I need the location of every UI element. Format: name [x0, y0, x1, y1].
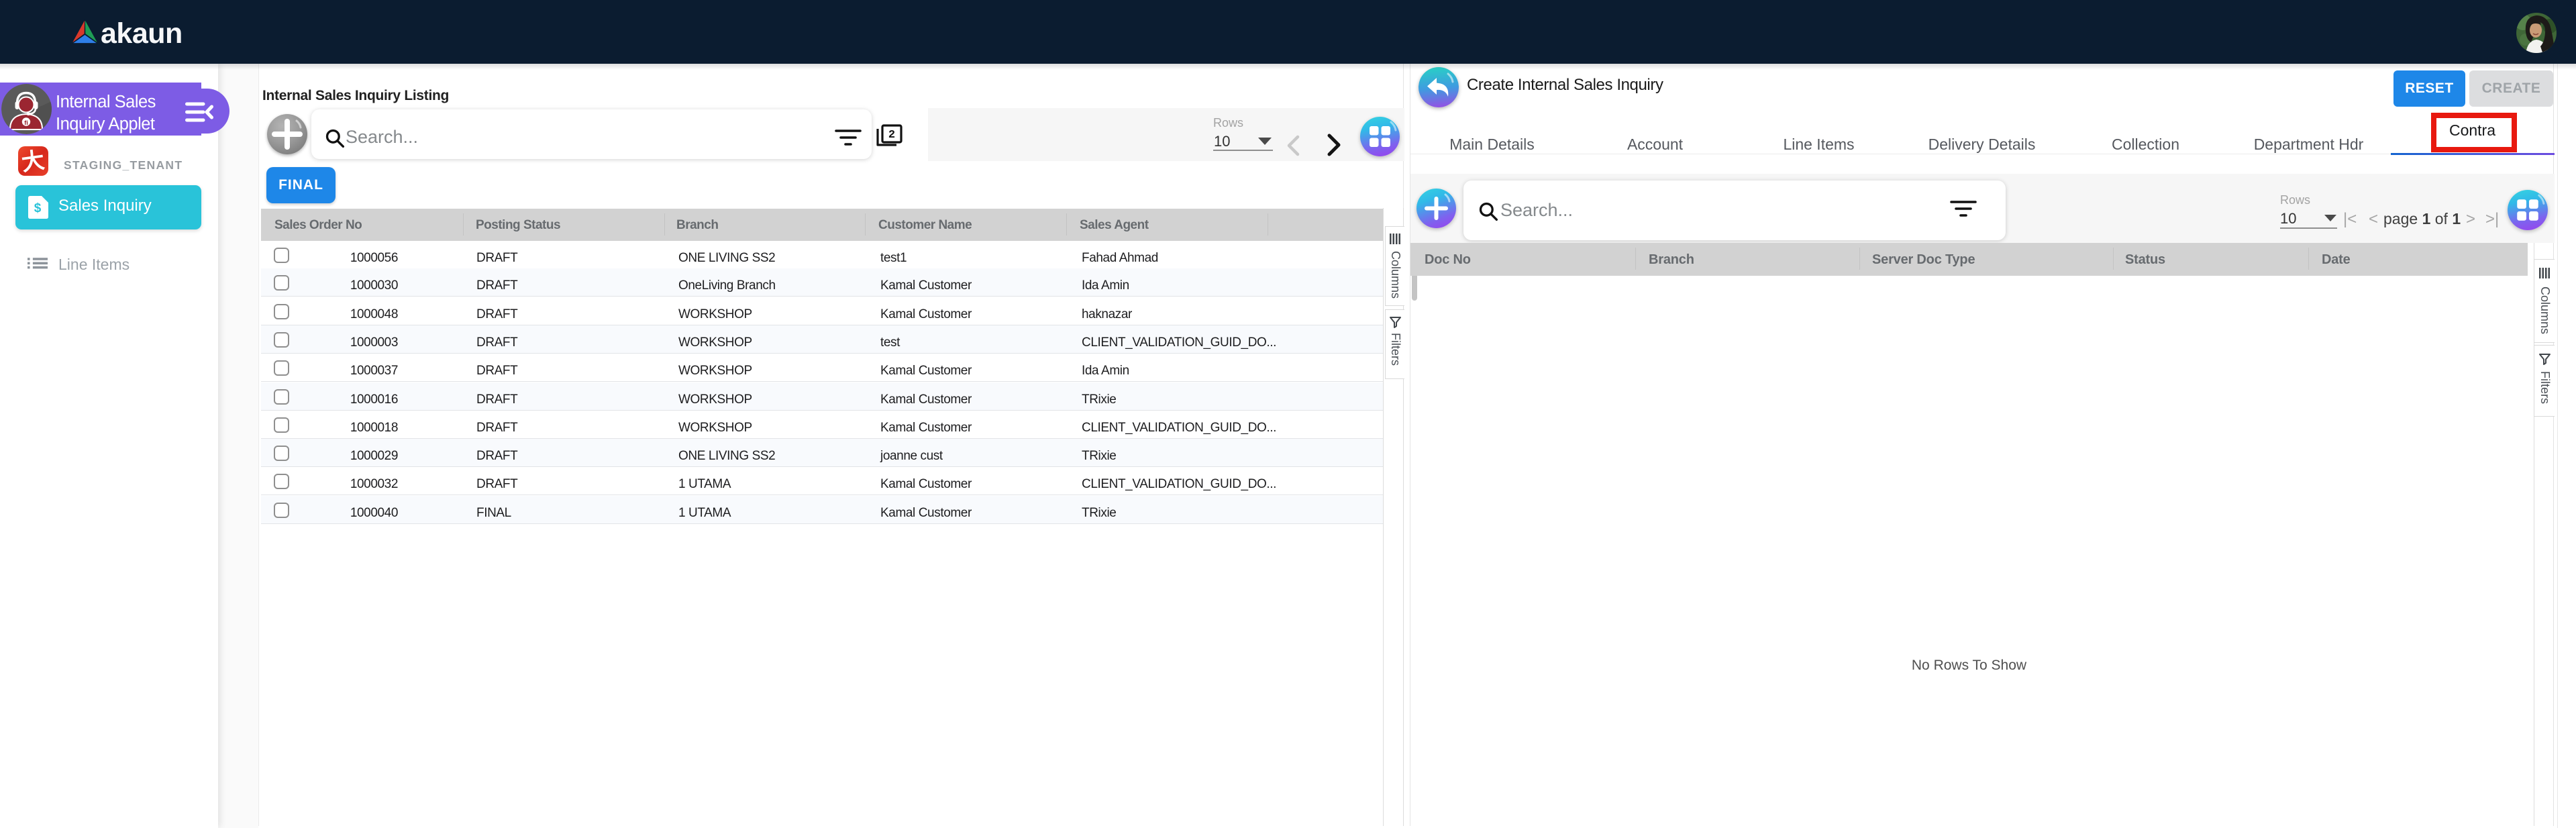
svg-text:fi: fi: [24, 119, 28, 127]
svg-text:2: 2: [888, 129, 895, 142]
svg-text:$: $: [34, 201, 42, 215]
svg-text:大: 大: [20, 148, 46, 176]
